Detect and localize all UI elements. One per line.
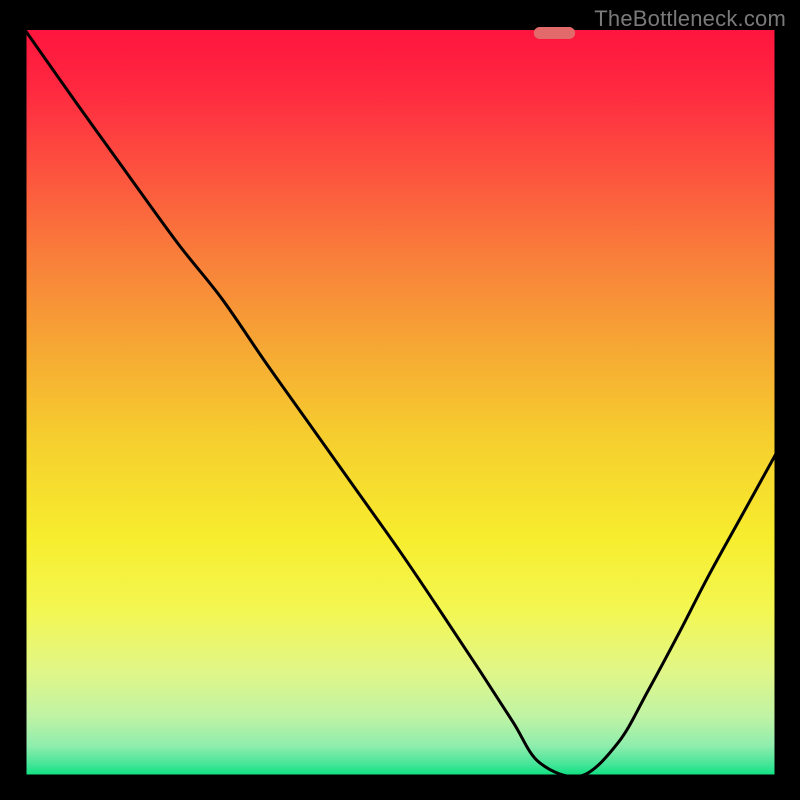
heat-gradient-chart: [0, 0, 800, 800]
chart-container: TheBottleneck.com: [0, 0, 800, 800]
watermark-text: TheBottleneck.com: [594, 6, 786, 32]
balance-point-marker: [534, 27, 575, 39]
